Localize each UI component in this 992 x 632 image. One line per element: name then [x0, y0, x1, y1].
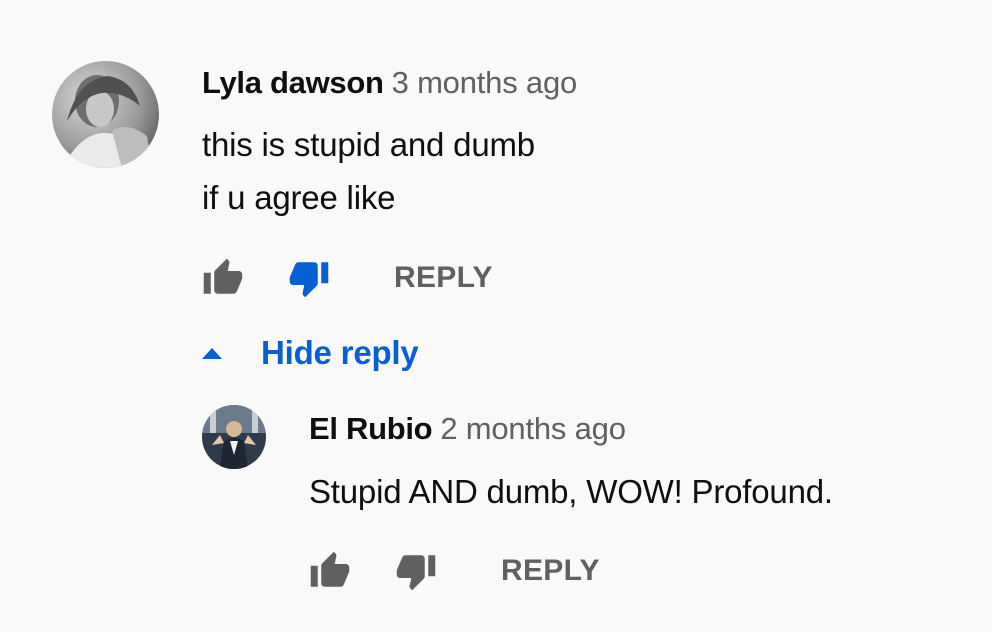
thumbs-down-icon [289, 262, 329, 298]
comment-author[interactable]: Lyla dawson [202, 65, 384, 100]
reply-timestamp[interactable]: 2 months ago [440, 411, 626, 446]
reply-actions: REPLY [309, 549, 600, 593]
dislike-button[interactable] [395, 550, 437, 592]
comment-thread: Lyla dawson 3 months ago this is stupid a… [0, 0, 992, 632]
hide-replies-button[interactable]: Hide reply [200, 331, 419, 375]
comment-actions: REPLY [202, 256, 493, 300]
reply-button[interactable]: REPLY [394, 261, 493, 295]
like-button[interactable] [202, 257, 244, 299]
comment-text: this is stupid and dumb if u agree like [202, 118, 535, 224]
comment-text-line: this is stupid and dumb [202, 126, 535, 163]
caret-up-icon [200, 341, 224, 365]
thumbs-up-icon [310, 551, 350, 587]
like-button[interactable] [309, 550, 351, 592]
comment-text-line: if u agree like [202, 179, 396, 216]
dislike-button[interactable] [288, 257, 330, 299]
reply-header: El Rubio 2 months ago [309, 409, 626, 449]
reply-author[interactable]: El Rubio [309, 411, 433, 446]
thumbs-down-icon [396, 555, 436, 591]
avatar-image [202, 405, 266, 469]
avatar-image [52, 61, 159, 168]
avatar[interactable] [52, 61, 159, 168]
hide-replies-label: Hide reply [261, 334, 419, 371]
comment-timestamp[interactable]: 3 months ago [392, 65, 578, 100]
reply-button[interactable]: REPLY [501, 554, 600, 588]
reply-avatar[interactable] [202, 405, 266, 469]
reply-text-line: Stupid AND dumb, WOW! Profound. [309, 473, 833, 510]
thumbs-up-icon [203, 258, 243, 294]
comment-header: Lyla dawson 3 months ago [202, 63, 577, 103]
reply-text: Stupid AND dumb, WOW! Profound. [309, 465, 833, 518]
